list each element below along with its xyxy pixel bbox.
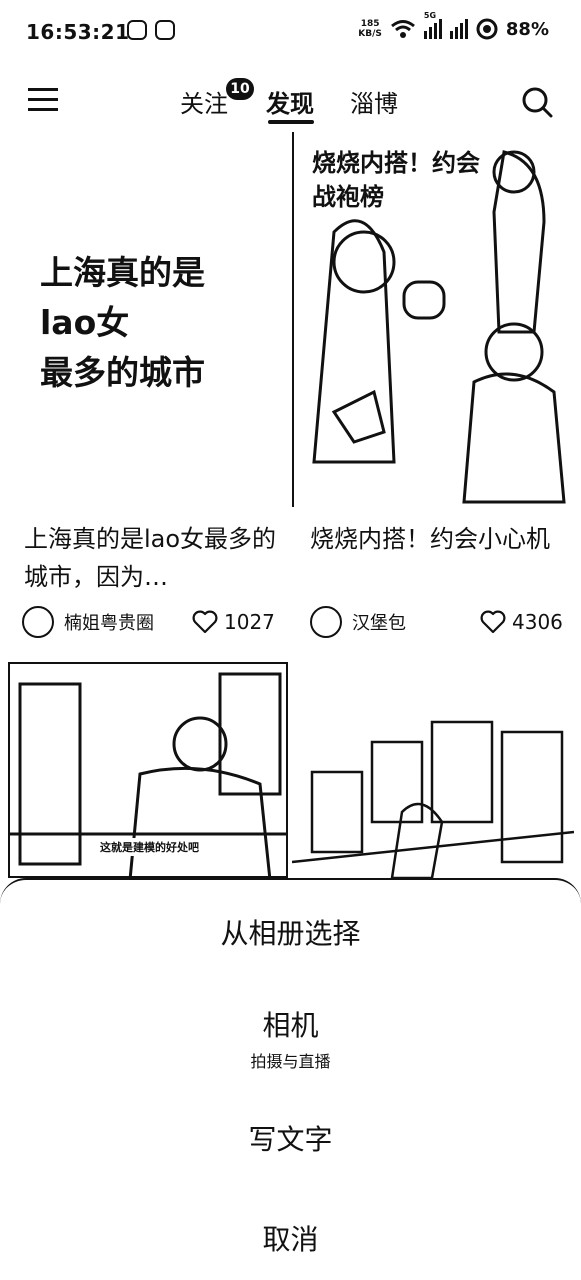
battery-icon xyxy=(476,18,498,40)
feed-card[interactable]: 上海真的是 lao女 最多的城市 上海真的是lao女最多的城市，因为… 楠姐粤贵… xyxy=(0,132,290,652)
net-speed: 185 KB/S xyxy=(358,19,382,39)
card-cover[interactable]: 上海真的是 lao女 最多的城市 xyxy=(0,132,290,507)
like-button[interactable]: 4306 xyxy=(480,610,563,634)
signal-icon: 5G xyxy=(423,11,442,39)
author-name: 楠姐粤贵圈 xyxy=(64,613,154,634)
camera-label: 相机 xyxy=(262,1009,319,1042)
cover-text: 上海真的是 lao女 最多的城市 xyxy=(40,253,205,392)
follow-badge: 10 xyxy=(226,78,254,100)
like-count: 1027 xyxy=(224,610,275,634)
tab-active-indicator xyxy=(268,120,314,124)
top-nav: 关注 10 发现 淄博 xyxy=(0,66,581,132)
avatar[interactable] xyxy=(310,606,342,638)
alert-notification-icon xyxy=(155,20,175,40)
feed-card[interactable]: 烧烧内搭！约会战袍榜 烧烧内搭！约会小心机 汉堡包 4306 xyxy=(292,132,581,652)
like-count: 4306 xyxy=(512,610,563,634)
signal-tag: 5G xyxy=(423,11,437,20)
author-name: 汉堡包 xyxy=(352,613,406,634)
card-cover[interactable]: 这就是建模的好处吧 xyxy=(8,662,288,878)
card-title[interactable]: 烧烧内搭！约会小心机 xyxy=(310,520,570,558)
card-author[interactable]: 汉堡包 xyxy=(310,606,406,638)
tab-zibo[interactable]: 淄博 xyxy=(350,84,398,119)
app-notification-icon xyxy=(127,20,147,40)
like-button[interactable]: 1027 xyxy=(192,610,275,634)
card-title[interactable]: 上海真的是lao女最多的城市，因为… xyxy=(24,520,284,596)
status-right-group: 185 KB/S 5G 88% xyxy=(358,11,549,40)
notification-icons xyxy=(127,20,175,40)
card-cover[interactable] xyxy=(292,712,574,878)
card-cover[interactable]: 烧烧内搭！约会战袍榜 xyxy=(292,132,581,507)
action-sheet: 从相册选择 相机 拍摄与直播 写文字 取消 xyxy=(0,878,581,1280)
heart-icon xyxy=(480,610,506,634)
feed-card[interactable] xyxy=(292,712,574,878)
tab-discover[interactable]: 发现 xyxy=(266,84,314,119)
wifi-icon xyxy=(390,20,415,38)
tab-follow[interactable]: 关注 xyxy=(180,84,228,119)
status-time: 16:53:21 xyxy=(26,20,130,44)
signal-bars-1 xyxy=(423,19,442,39)
search-icon[interactable] xyxy=(521,86,553,118)
cover-caption: 这就是建模的好处吧 xyxy=(96,838,203,856)
heart-icon xyxy=(192,610,218,634)
choose-from-album-button[interactable]: 从相册选择 xyxy=(0,912,581,952)
camera-sublabel: 拍摄与直播 xyxy=(250,1052,331,1071)
signal-bars-2 xyxy=(449,19,468,39)
feed-card[interactable]: 这就是建模的好处吧 xyxy=(8,662,288,878)
cover-text: 烧烧内搭！约会战袍榜 xyxy=(312,149,480,211)
status-bar: 16:53:21 185 KB/S 5G 88% xyxy=(0,0,581,66)
card-author[interactable]: 楠姐粤贵圈 xyxy=(22,606,154,638)
camera-button[interactable]: 相机 拍摄与直播 xyxy=(0,1004,581,1072)
write-text-button[interactable]: 写文字 xyxy=(0,1118,581,1158)
menu-icon[interactable] xyxy=(28,88,58,114)
cover-illustration xyxy=(292,720,574,878)
battery-percent: 88% xyxy=(505,18,549,40)
avatar[interactable] xyxy=(22,606,54,638)
cancel-button[interactable]: 取消 xyxy=(0,1218,581,1258)
